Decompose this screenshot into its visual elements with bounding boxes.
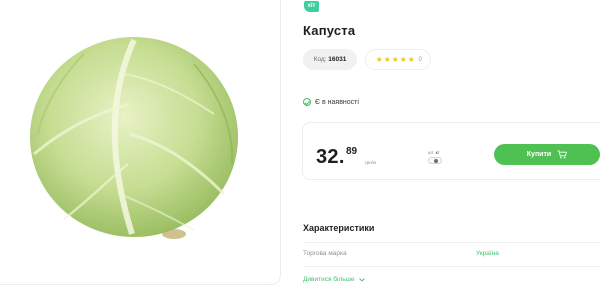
product-image[interactable] [24,34,242,242]
unit-toggle[interactable] [428,157,442,164]
star-icon[interactable] [392,56,399,63]
star-icon[interactable] [376,56,383,63]
characteristic-row: Торгова марка Україна [303,250,600,257]
unit-option-kg[interactable]: кг [436,150,440,155]
unit-switch-labels: шт кг [428,150,442,155]
see-more-label: Дивитися більше [303,276,355,283]
unit-switch[interactable]: шт кг [428,150,442,164]
unit-option-pcs[interactable]: шт [428,150,434,155]
cart-icon [557,150,568,159]
characteristics-title: Характеристики [303,223,375,233]
hit-badge: хіт [304,1,319,12]
characteristic-key: Торгова марка [303,250,347,257]
product-code-value: 16031 [328,56,347,63]
characteristic-value-link[interactable]: Україна [476,250,499,257]
check-circle-icon [303,98,311,106]
star-icon[interactable] [384,56,391,63]
stock-status: Є в наявності [303,98,359,106]
product-code-pill: Код: 16031 [303,49,357,70]
price-integer: 32. [316,146,345,168]
unit-toggle-knob[interactable] [434,159,438,163]
chevron-down-icon [359,277,366,282]
star-icon[interactable] [408,56,415,63]
price-fraction: 89 [346,146,358,157]
characteristics-divider [303,242,600,243]
rating-stars[interactable] [376,56,415,63]
rating-count: 0 [418,56,422,63]
product-code-label: Код: [313,56,327,63]
buy-button-label: Купити [526,151,552,158]
price-unit: грн/кг [365,160,377,165]
characteristics-divider [303,266,600,267]
rating-pill[interactable]: 0 [365,49,431,70]
product-image-panel [0,0,281,285]
see-more-link[interactable]: Дивитися більше [303,276,366,283]
product-title: Капуста [303,23,356,38]
buy-button[interactable]: Купити [494,144,600,165]
star-icon[interactable] [400,56,407,63]
buy-card: 32. 89 грн/кг шт кг Купити [302,122,600,180]
stock-status-text: Є в наявності [315,98,359,106]
